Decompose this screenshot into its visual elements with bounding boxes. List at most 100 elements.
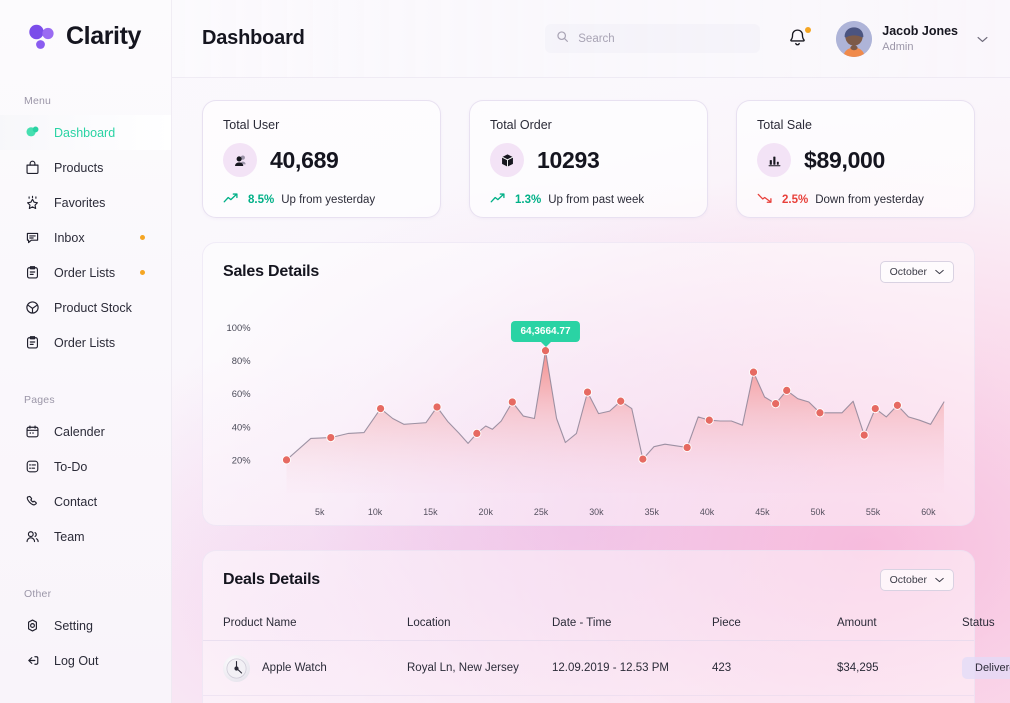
chevron-down-icon[interactable]: [977, 30, 988, 48]
sidebar-item-setting[interactable]: Setting: [0, 608, 171, 643]
chart-data-point[interactable]: [870, 404, 880, 414]
sidebar: Clarity Menu Dashboard Products Favorites In…: [0, 0, 172, 703]
sales-month-value: October: [889, 266, 927, 278]
chart-data-point[interactable]: [749, 367, 759, 377]
sidebar-item-calender[interactable]: Calender: [0, 414, 171, 449]
bar-chart-icon: [757, 143, 791, 177]
chart-data-point[interactable]: [782, 385, 792, 395]
chart-data-point[interactable]: [638, 454, 648, 464]
chevron-down-icon: [935, 269, 944, 275]
table-row[interactable]: Apple Watch Royal Ln, New Jersey 12.09.201…: [203, 641, 1010, 696]
chart-data-point[interactable]: [583, 387, 593, 397]
calendar-icon: [24, 423, 41, 440]
sidebar-item-label: Setting: [54, 618, 93, 633]
search-icon: [556, 30, 569, 48]
sidebar-item-team[interactable]: Team: [0, 519, 171, 554]
sales-panel-title: Sales Details: [223, 263, 320, 280]
sidebar-item-product-stock[interactable]: Product Stock: [0, 290, 171, 325]
profile-role: Admin: [882, 40, 914, 53]
chart-data-point[interactable]: [326, 433, 336, 443]
brand-name: Clarity: [66, 22, 142, 50]
stat-card-trend-pct: 1.3%: [515, 193, 542, 206]
chart-data-point[interactable]: [282, 455, 292, 465]
sidebar-item-order-lists[interactable]: Order Lists: [0, 255, 171, 290]
chart-data-point[interactable]: [541, 346, 551, 356]
sidebar-item-products[interactable]: Products: [0, 150, 171, 185]
chart-data-point[interactable]: [472, 428, 482, 438]
stat-card-title: Total Sale: [757, 118, 812, 132]
trend-up-icon: [223, 192, 241, 207]
stat-card-trend: 2.5% Down from yesterday: [757, 192, 954, 207]
chart-data-point[interactable]: [892, 400, 902, 410]
profile-menu[interactable]: Jacob Jones Admin: [836, 20, 988, 57]
chart-data-point[interactable]: [376, 404, 386, 414]
y-axis-tick-label: 100%: [227, 323, 252, 334]
chart-data-point[interactable]: [815, 408, 825, 418]
stat-card-value-row: $89,000: [757, 143, 954, 177]
page-title: Dashboard: [202, 27, 305, 49]
x-axis-tick-label: 25k: [534, 507, 549, 517]
sidebar-item-log-out[interactable]: Log Out: [0, 643, 171, 678]
x-axis-tick-label: 50k: [811, 507, 826, 517]
profile-name: Jacob Jones: [882, 23, 958, 38]
sidebar-item-inbox[interactable]: Inbox: [0, 220, 171, 255]
phone-icon: [24, 493, 41, 510]
x-axis-tick-label: 55k: [866, 507, 881, 517]
table-cell-location: Royal Ln, New Jersey: [407, 662, 519, 674]
stat-card-value-row: 40,689: [223, 143, 420, 177]
table-column-header: Date - Time: [552, 616, 612, 629]
chart-data-point[interactable]: [432, 402, 442, 412]
sidebar-item-label: Dashboard: [54, 125, 116, 140]
table-column-header: Piece: [712, 616, 741, 629]
x-axis-tick-label: 40k: [700, 507, 715, 517]
sidebar-item-label: Log Out: [54, 653, 99, 668]
dashboard-icon: [24, 124, 41, 141]
table-column-header: Location: [407, 616, 451, 629]
y-axis-tick-label: 20%: [232, 455, 251, 466]
deals-month-select[interactable]: October: [879, 569, 954, 591]
sidebar-item-favorites[interactable]: Favorites: [0, 185, 171, 220]
stat-card-total-order: Total Order 10293 1.3% Up from past week: [469, 100, 708, 218]
sales-month-select[interactable]: October: [879, 261, 954, 283]
chart-data-point[interactable]: [616, 396, 626, 406]
sidebar-item-dashboard[interactable]: Dashboard: [0, 115, 171, 150]
sales-details-panel: Sales Details October 20% 40% 60% 80% 10…: [202, 242, 975, 526]
box-icon: [24, 299, 41, 316]
search-input[interactable]: [578, 32, 750, 45]
sidebar-item-label: Product Stock: [54, 300, 132, 315]
box-icon: [490, 143, 524, 177]
x-axis-tick-label: 35k: [645, 507, 660, 517]
chart-data-point[interactable]: [507, 397, 517, 407]
search-box[interactable]: [545, 24, 761, 53]
chart-data-point[interactable]: [682, 442, 692, 453]
x-axis-tick-label: 15k: [423, 507, 438, 517]
notification-bell-button[interactable]: [788, 26, 812, 50]
sidebar-item-to-do[interactable]: To-Do: [0, 449, 171, 484]
notification-dot: [805, 26, 812, 33]
table-column-header: Product Name: [223, 616, 297, 629]
sidebar-item-label: Products: [54, 160, 104, 175]
brand-logo-block[interactable]: Clarity: [0, 0, 171, 51]
y-axis-tick-label: 80%: [232, 356, 251, 367]
sidebar-section-title-other: Other: [24, 588, 52, 600]
bag-icon: [24, 159, 41, 176]
deals-month-value: October: [889, 574, 927, 586]
chart-data-point[interactable]: [859, 430, 869, 440]
stat-card-total-user: Total User 40,689 8.5% Up from yesterday: [202, 100, 441, 218]
deals-panel-header: Deals Details October: [203, 551, 974, 591]
table-row[interactable]: Sony headphoneRoyal Ln, New Jersey12.09.…: [203, 696, 974, 703]
stat-card-trend: 1.3% Up from past week: [490, 192, 687, 207]
table-header-row: Product Name Location Date - Time Piece Amou…: [203, 605, 995, 641]
sidebar-item-order-lists[interactable]: Order Lists: [0, 325, 171, 360]
sidebar-section-title-pages: Pages: [24, 394, 55, 406]
stat-card-trend-text: Up from yesterday: [281, 193, 376, 206]
deals-panel-title: Deals Details: [223, 571, 321, 588]
sidebar-item-label: Inbox: [54, 230, 85, 245]
stat-card-value: $89,000: [804, 146, 886, 173]
chart-area-fill: [286, 350, 944, 493]
sidebar-item-contact[interactable]: Contact: [0, 484, 171, 519]
sales-chart[interactable]: 20% 40% 60% 80% 100% 5k 10k 15k 20k 25k 30k 35k 40k 4…: [213, 297, 964, 525]
chart-data-point[interactable]: [771, 399, 781, 409]
table-column-header: Status: [962, 616, 995, 629]
chart-data-point[interactable]: [704, 415, 714, 425]
